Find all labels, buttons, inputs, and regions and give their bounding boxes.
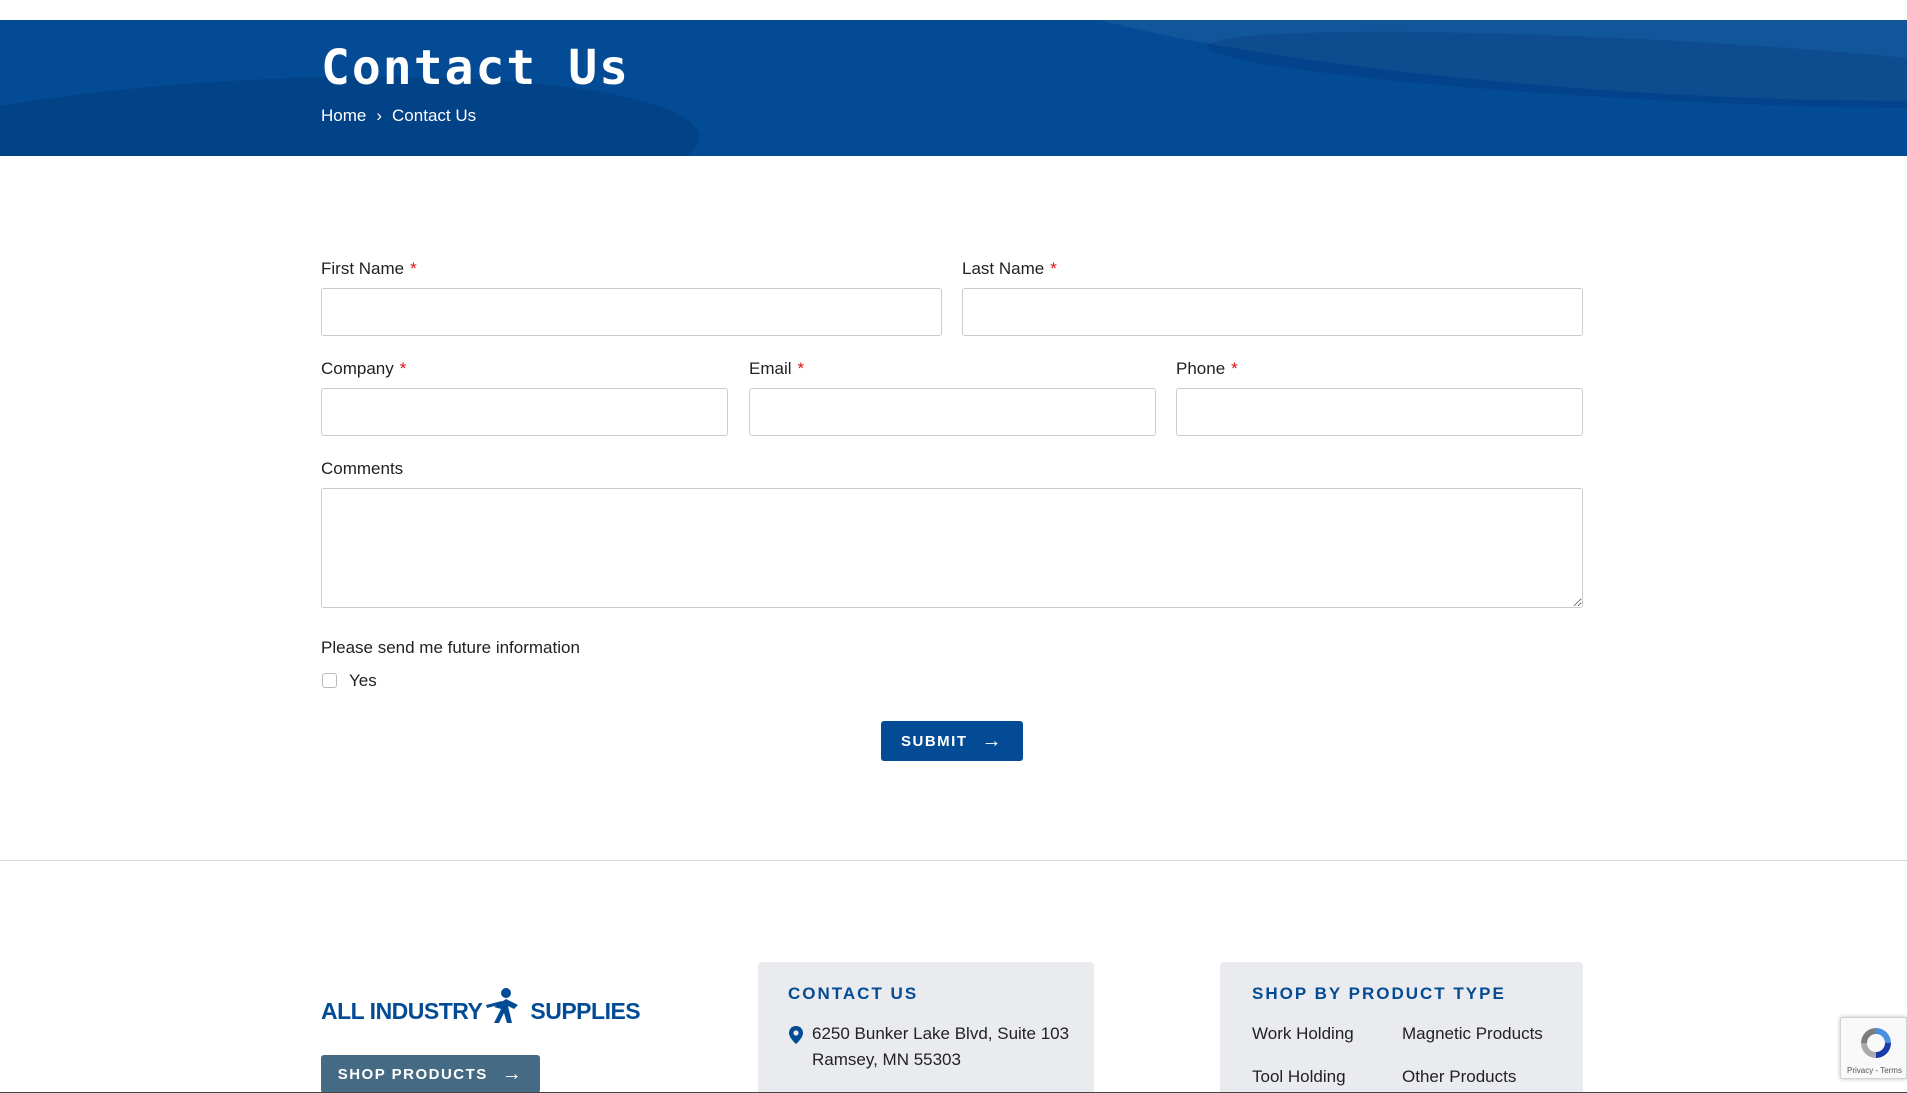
shop-by-type-card: SHOP BY PRODUCT TYPE Work Holding Magnet… [1220,962,1583,1093]
link-tool-holding[interactable]: Tool Holding [1252,1067,1346,1087]
required-mark: * [1231,359,1238,378]
breadcrumb: Home › Contact Us [321,106,476,126]
link-work-holding[interactable]: Work Holding [1252,1024,1354,1044]
breadcrumb-home-link[interactable]: Home [321,106,366,126]
address-line-2: Ramsey, MN 55303 [812,1050,961,1069]
required-mark: * [410,259,417,278]
required-mark: * [797,359,805,378]
comments-textarea[interactable] [321,488,1583,608]
breadcrumb-current: Contact Us [392,106,477,125]
link-magnetic-products[interactable]: Magnetic Products [1402,1024,1543,1044]
contact-card-title: CONTACT US [788,984,919,1003]
first-name-label: First Name * [321,259,417,278]
email-input[interactable] [749,388,1156,436]
arrow-right-icon: → [981,730,1003,752]
page-header-banner: Contact Us Home › Contact Us [0,20,1907,156]
required-mark: * [399,359,407,378]
future-info-checkbox[interactable] [322,673,337,688]
phone-label: Phone * [1176,359,1238,378]
future-info-label: Please send me future information [321,638,580,657]
shop-products-button[interactable]: SHOP PRODUCTS → [321,1055,540,1093]
link-other-products[interactable]: Other Products [1402,1067,1516,1087]
phone-input[interactable] [1176,388,1583,436]
arrow-right-icon: → [501,1063,524,1085]
company-label: Company * [321,359,407,378]
recaptcha-icon [1861,1028,1891,1058]
email-label: Email * [749,359,805,378]
page-title: Contact Us [321,40,630,96]
map-pin-icon [789,1026,803,1044]
top-strip [0,0,1907,20]
first-name-input[interactable] [321,288,942,336]
worker-figure-icon [486,988,519,1023]
recaptcha-badge[interactable]: Privacy - Terms [1840,1017,1907,1079]
future-info-option-label[interactable]: Yes [349,671,377,691]
company-logo[interactable]: ALL INDUSTRY SUPPLIES [321,985,641,1025]
company-input[interactable] [321,388,728,436]
address-line-1: 6250 Bunker Lake Blvd, Suite 103 [812,1024,1070,1043]
chevron-right-icon: › [376,106,383,125]
recaptcha-terms[interactable]: Privacy - Terms [1847,1066,1902,1075]
section-divider [0,860,1907,861]
contact-card: CONTACT US 6250 Bunker Lake Blvd, Suite … [758,962,1094,1093]
required-mark: * [1050,259,1057,278]
last-name-label: Last Name * [962,259,1057,278]
submit-button[interactable]: SUBMIT → [881,721,1023,761]
last-name-input[interactable] [962,288,1583,336]
shop-by-type-title: SHOP BY PRODUCT TYPE [1252,984,1506,1003]
comments-label: Comments [321,459,404,478]
